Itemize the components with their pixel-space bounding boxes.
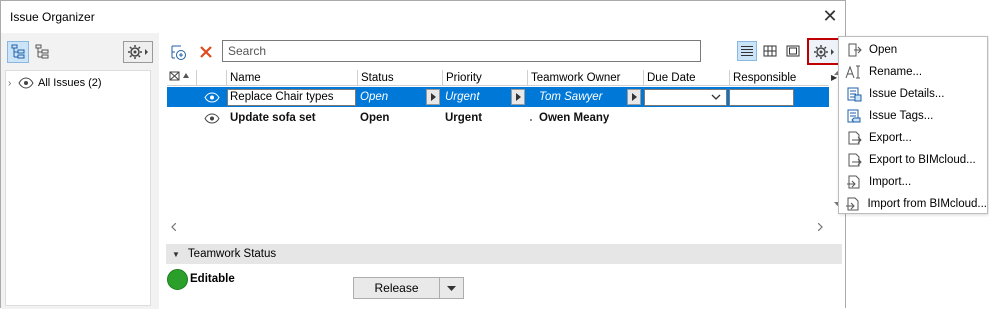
visibility-column-header[interactable] [196,70,226,86]
import-icon [843,173,865,191]
status-cell[interactable]: Open [360,110,440,126]
menu-item-import[interactable]: Import... [839,171,987,193]
issue-tags-icon [843,107,865,125]
left-toolbar [1,33,159,69]
search-input[interactable] [222,40,701,62]
tag-column-icon[interactable] [167,70,196,86]
tree-item-label: All Issues (2) [38,77,102,89]
owner-cell[interactable]: Tom Sawyer [539,89,623,105]
column-header-responsible[interactable]: Responsible [729,70,829,86]
menu-item-label: Issue Details... [869,88,945,100]
scroll-left-icon[interactable] [171,223,176,231]
eye-icon[interactable] [204,92,220,103]
tree-options-gear-icon[interactable] [123,41,153,63]
menu-item-label: Open [869,44,898,56]
new-issue-icon[interactable] [168,41,190,63]
options-menu: Open Rename... Issue Details... Issue Ta… [838,36,988,214]
eye-icon[interactable] [204,113,220,124]
status-indicator-icon [167,269,188,290]
left-panel: › All Issues (2) [1,33,159,309]
menu-item-rename[interactable]: Rename... [839,61,987,83]
tree-view-icon[interactable] [7,41,29,63]
menu-item-export-bimcloud[interactable]: Export to BIMcloud... [839,149,987,171]
open-icon [843,41,865,59]
rename-icon [843,63,865,81]
export-bimcloud-icon [843,151,865,169]
status-dropdown-icon[interactable] [426,89,440,105]
right-panel: Name Status Priority Teamwork Owner Due … [159,33,845,309]
section-title: Teamwork Status [187,248,277,260]
priority-dropdown-icon[interactable] [511,89,525,105]
menu-item-label: Issue Tags... [869,110,934,122]
menu-item-label: Rename... [869,66,923,78]
menu-item-label: Import... [869,176,912,188]
issue-details-icon [843,85,865,103]
table-header: Name Status Priority Teamwork Owner Due … [167,70,829,86]
menu-item-label: Import from BIMcloud... [867,198,987,210]
chevron-down-icon[interactable] [711,94,721,100]
release-button-label[interactable]: Release [354,278,440,298]
delete-icon[interactable] [195,41,217,63]
owner-dropdown-icon[interactable] [627,89,641,105]
horizontal-scrollbar[interactable] [167,220,830,236]
priority-cell[interactable]: Urgent [445,89,505,105]
export-icon [843,129,865,147]
menu-item-label: Export... [869,132,912,144]
submenu-arrow-icon: ▶ [831,73,838,82]
name-cell[interactable]: Update sofa set [230,110,355,126]
title-bar: Issue Organizer ✕ [1,1,845,33]
import-bimcloud-icon [843,195,863,213]
priority-cell[interactable]: Urgent [445,110,525,126]
menu-item-import-bimcloud[interactable]: Import from BIMcloud... [839,193,987,215]
grid-view-icon[interactable] [760,41,780,61]
column-header-priority[interactable]: Priority [442,70,527,86]
menu-item-issue-tags[interactable]: Issue Tags... [839,105,987,127]
options-gear-icon[interactable] [807,38,840,65]
release-button[interactable]: Release [353,277,464,299]
menu-item-issue-details[interactable]: Issue Details... [839,83,987,105]
list-view-icon[interactable] [737,41,757,61]
close-icon[interactable]: ✕ [820,6,840,26]
release-dropdown-icon[interactable] [440,278,463,298]
column-header-owner[interactable]: Teamwork Owner [527,70,643,86]
issue-organizer-window: Issue Organizer ✕ › All Issues (2) Searc… [0,0,846,309]
window-title: Issue Organizer [10,10,95,24]
scroll-right-icon[interactable] [818,223,823,231]
tag-tree-icon[interactable] [31,41,53,63]
tree-item-all-issues[interactable]: › All Issues (2) [8,75,102,91]
table-row[interactable]: Update sofa set Open Urgent Owen Meany [167,108,829,128]
issues-table: Name Status Priority Teamwork Owner Due … [167,70,829,238]
single-view-icon[interactable] [783,41,803,61]
name-edit-field[interactable]: Replace Chair types [227,89,356,106]
collapse-triangle-icon[interactable]: ▼ [172,250,180,259]
issue-tree: › All Issues (2) [5,70,151,306]
menu-item-label: Export to BIMcloud... [869,154,976,166]
table-row[interactable]: Replace Chair types Open Urgent Tom Sawy… [167,87,829,107]
column-header-name[interactable]: Name [226,70,357,86]
owner-indicator-icon [530,119,532,121]
menu-item-export[interactable]: Export... [839,127,987,149]
chevron-right-icon[interactable]: › [8,78,18,89]
responsible-field[interactable] [729,89,794,106]
teamwork-status-header[interactable]: ▼ Teamwork Status [166,244,842,264]
column-header-status[interactable]: Status [357,70,442,86]
eye-icon[interactable] [18,77,34,89]
teamwork-status-label: Editable [190,273,235,285]
owner-cell[interactable]: Owen Meany [539,110,639,126]
menu-item-open[interactable]: Open [839,39,987,61]
column-header-due-date[interactable]: Due Date [643,70,729,86]
status-cell[interactable]: Open [360,89,420,105]
